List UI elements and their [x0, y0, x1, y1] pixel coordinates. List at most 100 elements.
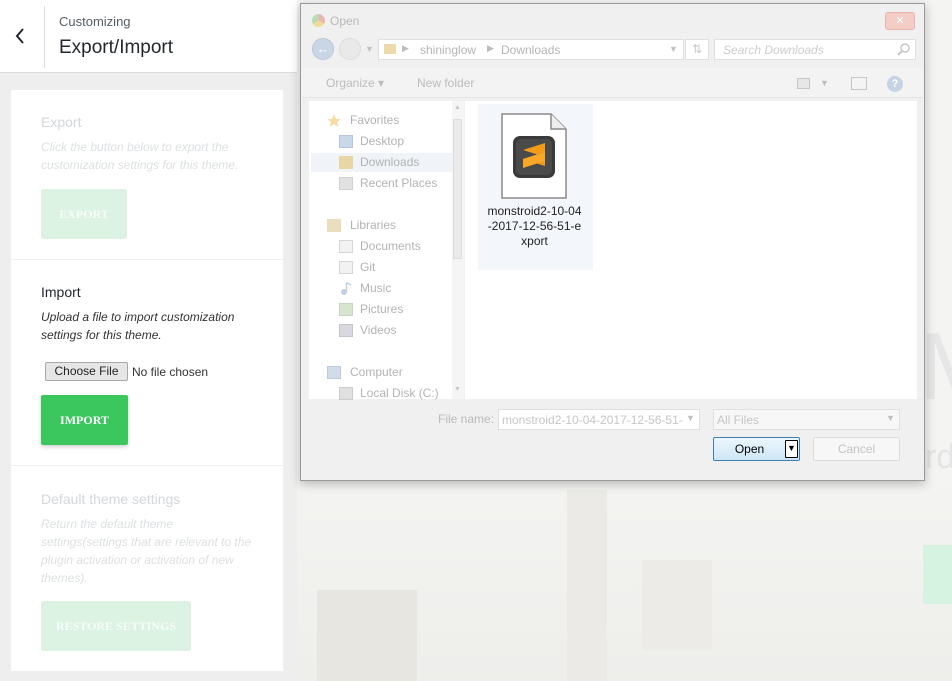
preview-cta-button	[923, 545, 952, 604]
nav-label: Music	[360, 281, 392, 295]
furniture-shape	[642, 560, 712, 650]
organize-menu[interactable]: Organize ▾	[326, 76, 384, 90]
customizer-header: Customizing Export/Import	[0, 0, 297, 73]
export-title: Export	[41, 114, 82, 130]
nav-item-desktop[interactable]: Desktop	[339, 132, 459, 151]
breadcrumb-arrow-icon: ▶	[487, 43, 494, 53]
nav-label: Recent Places	[360, 176, 438, 190]
chevron-down-icon[interactable]: ▼	[820, 78, 829, 88]
sublime-text-file-icon	[501, 113, 567, 199]
preview-subheading-fragment: rd	[925, 438, 952, 476]
nav-label: Git	[360, 260, 376, 274]
export-button[interactable]: EXPORT	[41, 189, 127, 239]
nav-item-git[interactable]: Git	[339, 258, 459, 277]
breadcrumb-downloads[interactable]: Downloads	[501, 43, 560, 57]
chevron-down-icon[interactable]: ▼	[669, 44, 678, 54]
breadcrumb-arrow-icon: ▶	[402, 43, 409, 53]
choose-file-button[interactable]: Choose File	[45, 362, 128, 381]
dialog-title: Open	[330, 14, 360, 28]
forward-arrow-icon[interactable]	[339, 38, 361, 60]
breadcrumb-shininglow[interactable]: shininglow	[420, 43, 476, 57]
music-icon	[341, 282, 352, 295]
refresh-icon[interactable]: ⇅	[685, 39, 709, 60]
nav-item-local-disk[interactable]: Local Disk (C:)	[339, 384, 459, 403]
pictures-icon	[339, 303, 353, 316]
star-icon	[327, 114, 341, 127]
address-bar[interactable]: ▶ shininglow ▶ Downloads ▼	[378, 39, 684, 60]
change-view-icon[interactable]	[797, 78, 810, 89]
nav-label: Computer	[350, 365, 403, 379]
help-icon[interactable]: ?	[887, 76, 903, 92]
libraries-icon	[327, 219, 341, 232]
preview-hero-image	[297, 470, 952, 681]
nav-label: Pictures	[360, 302, 404, 316]
no-file-chosen-text: No file chosen	[132, 365, 209, 379]
open-button[interactable]: Open ▼	[713, 437, 800, 461]
folder-icon	[384, 44, 396, 54]
recent-locations-dropdown[interactable]: ▼	[365, 44, 374, 54]
back-button[interactable]	[0, 6, 45, 68]
import-button[interactable]: IMPORT	[41, 395, 128, 445]
export-description: Click the button below to export the cus…	[41, 140, 239, 172]
nav-item-pictures[interactable]: Pictures	[339, 300, 459, 319]
desktop-icon	[339, 135, 353, 148]
open-file-dialog: Open ✕ ← ▼ ▶ shininglow ▶ Downloads ▼ ⇅ …	[300, 3, 925, 481]
documents-icon	[339, 240, 353, 253]
restore-settings-button[interactable]: RESTORE SETTINGS	[41, 601, 191, 651]
default-settings-description: Return the default theme settings(settin…	[41, 517, 252, 585]
nav-label: Local Disk (C:)	[360, 386, 439, 400]
customizer-sidebar: Customizing Export/Import Export Click t…	[0, 0, 297, 681]
open-split-dropdown[interactable]: ▼	[785, 440, 798, 458]
chevron-left-icon	[15, 28, 24, 44]
computer-icon	[327, 366, 341, 379]
dialog-toolbar: Organize ▾ New folder ▼ ?	[302, 68, 923, 98]
scroll-up-icon[interactable]: ▲	[454, 104, 461, 111]
nav-label: Downloads	[360, 155, 420, 169]
search-icon[interactable]	[896, 42, 912, 58]
back-arrow-icon[interactable]: ←	[312, 38, 334, 60]
nav-item-music[interactable]: Music	[339, 279, 459, 298]
file-name: monstroid2-10-04-2017-12-56-51-export	[487, 204, 582, 248]
furniture-shape	[567, 490, 607, 681]
nav-item-recent-places[interactable]: Recent Places	[339, 174, 459, 193]
file-item[interactable]: monstroid2-10-04-2017-12-56-51-export	[478, 104, 593, 270]
nav-scrollbar-thumb[interactable]	[453, 119, 462, 259]
close-button[interactable]: ✕	[885, 12, 915, 30]
nav-item-videos[interactable]: Videos	[339, 321, 459, 340]
furniture-shape	[317, 590, 417, 681]
preview-pane-icon[interactable]	[851, 77, 867, 90]
nav-item-documents[interactable]: Documents	[339, 237, 459, 256]
chevron-down-icon[interactable]: ▼	[686, 413, 695, 423]
nav-favorites[interactable]: Favorites	[327, 111, 447, 130]
local-disk-icon	[339, 387, 353, 400]
downloads-folder-icon	[339, 156, 353, 169]
file-name-input[interactable]: monstroid2-10-04-2017-12-56-51-	[498, 409, 700, 430]
header-title: Export/Import	[59, 37, 174, 58]
nav-computer[interactable]: Computer	[327, 363, 447, 382]
header-subtitle: Customizing	[59, 14, 131, 29]
scroll-down-icon[interactable]: ▼	[454, 386, 461, 393]
export-section: Export Click the button below to export …	[11, 90, 283, 260]
open-button-label: Open	[734, 442, 765, 456]
nav-label: Documents	[360, 239, 421, 253]
git-icon	[339, 261, 353, 274]
navigation-pane: Favorites Desktop Downloads Recent Place…	[309, 101, 463, 400]
nav-libraries[interactable]: Libraries	[327, 216, 447, 235]
import-title: Import	[41, 284, 81, 300]
nav-label: Desktop	[360, 134, 405, 148]
cancel-button[interactable]: Cancel	[813, 437, 900, 461]
chevron-down-icon[interactable]: ▼	[886, 413, 895, 423]
import-description: Upload a file to import customization se…	[41, 310, 235, 342]
search-input[interactable]: Search Downloads	[714, 39, 916, 60]
chevron-down-icon: ▼	[787, 443, 796, 453]
nav-label: Videos	[360, 323, 397, 337]
chrome-icon	[312, 14, 325, 27]
file-name-label: File name:	[438, 412, 495, 426]
videos-icon	[339, 324, 353, 337]
nav-label: Favorites	[350, 113, 400, 127]
nav-item-downloads[interactable]: Downloads	[311, 153, 459, 172]
new-folder-button[interactable]: New folder	[417, 76, 474, 90]
recent-places-icon	[339, 177, 353, 190]
nav-label: Libraries	[350, 218, 397, 232]
file-type-select[interactable]: All Files	[713, 409, 900, 430]
